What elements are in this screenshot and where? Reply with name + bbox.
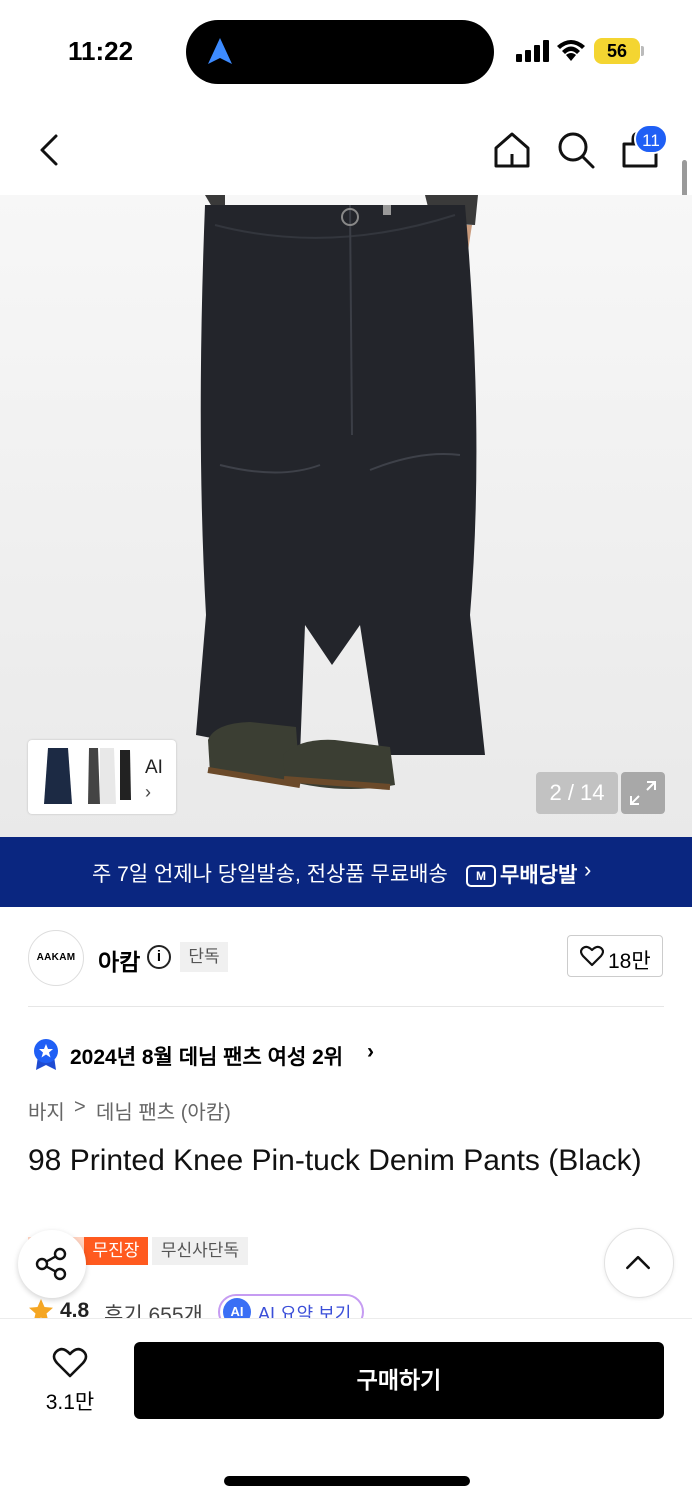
heart-icon [580,945,604,967]
banner-logo: M 무배당발 [466,859,577,889]
chevron-right-icon: › [145,782,151,802]
product-like-count: 3.1만 [45,1391,95,1414]
delivery-truck-icon: M [466,865,496,888]
ranking-badge-icon [34,1039,58,1070]
image-counter: 2 / 14 [536,772,618,814]
cart-count-badge: 11 [634,124,668,154]
navigation-arrow-icon [208,38,232,64]
expand-icon[interactable] [621,772,665,814]
buy-button[interactable]: 구매하기 [134,1342,664,1419]
brand-logo[interactable]: AAKAM [28,930,84,986]
banner-text: 주 7일 언제나 당일발송, 전상품 무료배송 [92,863,448,886]
chevron-right-icon: › [584,857,592,882]
wifi-icon [557,40,585,61]
breadcrumb-subcategory[interactable]: 데님 팬츠 (아캄) [96,1096,231,1125]
home-indicator [224,1476,470,1486]
chevron-right-icon: › [367,1040,374,1063]
scroll-to-top-button[interactable] [604,1228,674,1298]
brand-like-count: 18만 [608,950,651,973]
product-title: 98 Printed Knee Pin-tuck Denim Pants (Bl… [28,1144,642,1177]
exclusive-badge: 단독 [180,942,228,972]
home-icon[interactable] [490,128,534,172]
share-button[interactable] [18,1230,86,1298]
info-icon[interactable]: i [147,945,171,969]
banner-logo-text: 무배당발 [500,864,578,887]
battery-tip [641,46,644,56]
status-time: 11:22 [68,36,134,66]
signal-icon [516,40,549,62]
breadcrumb-category[interactable]: 바지 [28,1096,65,1125]
brand-name[interactable]: 아캄 [98,943,140,977]
heart-icon [52,1347,88,1378]
status-bar: 11:22 56 [0,0,692,100]
divider [28,1006,664,1007]
delivery-banner[interactable]: 주 7일 언제나 당일발송, 전상품 무료배송 M 무배당발 › [0,837,692,907]
ai-thumbnail-image [34,744,136,808]
back-button[interactable] [32,128,68,172]
search-icon[interactable] [554,128,598,172]
ranking-text[interactable]: 2024년 8월 데님 팬츠 여성 2위 [70,1041,343,1071]
breadcrumb-separator: > [74,1096,86,1118]
promo-tag: 무진장 [84,1237,148,1265]
exclusive-tag: 무신사단독 [152,1237,248,1265]
ai-thumbnail-label: AI [145,757,163,778]
battery-indicator: 56 [594,38,640,64]
